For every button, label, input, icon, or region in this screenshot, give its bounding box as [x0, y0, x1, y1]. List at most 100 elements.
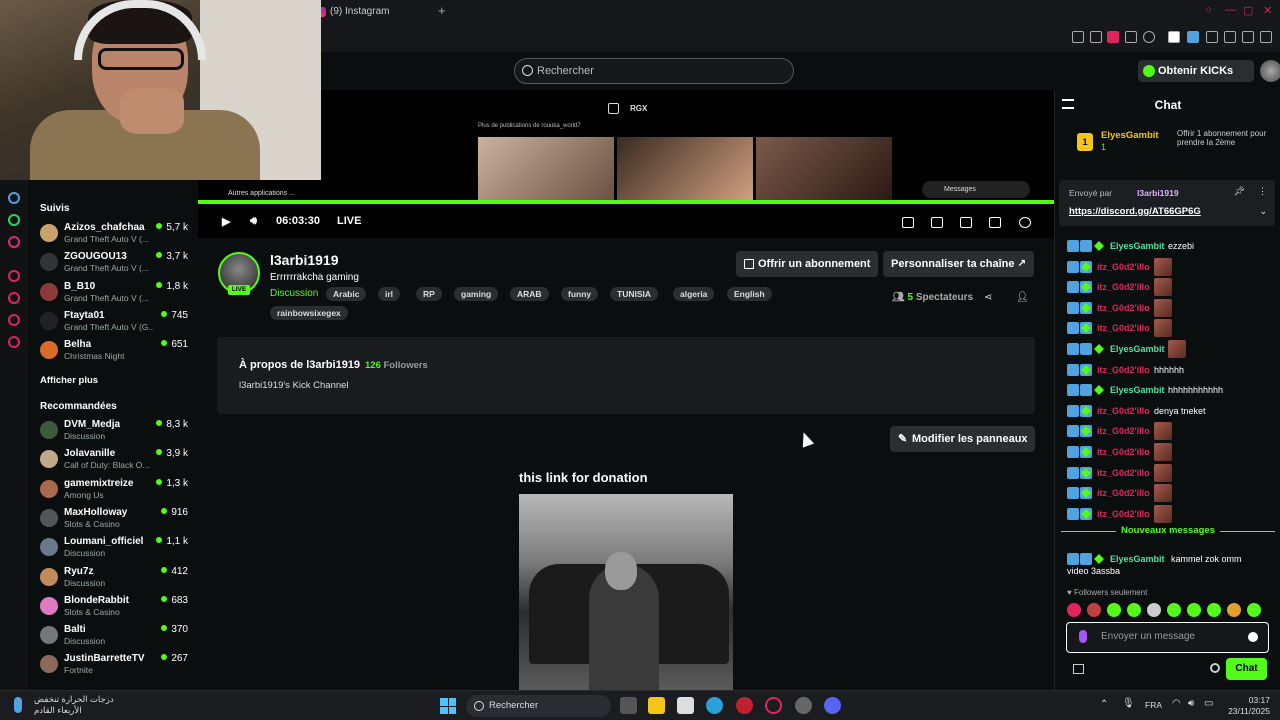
- emote-icon[interactable]: [1227, 603, 1241, 617]
- emoji-icon[interactable]: [1248, 632, 1258, 642]
- tag-chip[interactable]: RP: [416, 287, 442, 301]
- file-explorer-icon[interactable]: [648, 697, 665, 714]
- microphone-icon[interactable]: [1079, 630, 1087, 643]
- avatar[interactable]: [1260, 60, 1280, 82]
- fullscreen-icon[interactable]: [989, 217, 1001, 228]
- tag-chip[interactable]: ARAB: [510, 287, 549, 301]
- chat-input[interactable]: Envoyer un message: [1066, 622, 1269, 653]
- emote-icon[interactable]: [1247, 603, 1261, 617]
- weather-icon[interactable]: [14, 697, 22, 713]
- store-icon[interactable]: [677, 697, 694, 714]
- panel-image[interactable]: [519, 494, 733, 690]
- chat-username[interactable]: itz_G0d2'illo: [1097, 509, 1150, 519]
- sidebar-channel-item[interactable]: BlondeRabbit Slots & Casino 683: [40, 595, 190, 623]
- pinned-link[interactable]: https://discord.gg/AT66GP6G: [1069, 206, 1201, 217]
- emote-icon[interactable]: [1127, 603, 1141, 617]
- extension-icon[interactable]: [1168, 31, 1180, 43]
- show-more-link[interactable]: Afficher plus: [40, 375, 98, 386]
- tag-chip[interactable]: English: [727, 287, 772, 301]
- gift-icon[interactable]: [1073, 664, 1084, 674]
- maximize-icon[interactable]: ▢: [1243, 4, 1253, 17]
- gift-leaderboard[interactable]: 1 ElyesGambit 1 Offrir 1 abonnement pour…: [1075, 128, 1275, 168]
- new-tab-button[interactable]: +: [438, 3, 446, 18]
- volume-icon[interactable]: 🔊︎: [1188, 698, 1194, 709]
- chevron-down-icon[interactable]: ⌄: [1259, 206, 1267, 217]
- emote-icon[interactable]: [1147, 603, 1161, 617]
- pin-icon[interactable]: 📌︎: [1234, 186, 1245, 197]
- gear-icon[interactable]: [1019, 217, 1031, 228]
- volume-icon[interactable]: 🔊︎: [250, 215, 257, 228]
- pip-icon[interactable]: [902, 217, 914, 228]
- emote-icon[interactable]: [1087, 603, 1101, 617]
- sidebar-channel-item[interactable]: Balti Discussion 370: [40, 624, 190, 652]
- play-icon[interactable]: [1125, 31, 1137, 43]
- sidebar-channel-item[interactable]: DVM_Medja Discussion 8,3 k: [40, 419, 190, 447]
- puzzle-icon[interactable]: [1206, 31, 1218, 43]
- tag-chip[interactable]: irl: [378, 287, 401, 301]
- subscribe-button[interactable]: Offrir un abonnement: [736, 251, 878, 277]
- tag-chip[interactable]: rainbowsixegex: [270, 306, 348, 320]
- chat-username[interactable]: ElyesGambit: [1110, 385, 1165, 395]
- sidebar-channel-item[interactable]: B_B10 Grand Theft Auto V (... 1,8 k: [40, 281, 190, 309]
- tag-chip[interactable]: Arabic: [326, 287, 367, 301]
- shield-icon[interactable]: [8, 314, 20, 326]
- category-link[interactable]: Discussion: [270, 288, 318, 299]
- tag-chip[interactable]: TUNISIA: [610, 287, 658, 301]
- chat-username[interactable]: itz_G0d2'illo: [1097, 282, 1150, 292]
- tab-instagram[interactable]: (9) Instagram: [316, 3, 431, 21]
- gear-icon[interactable]: [1210, 663, 1220, 673]
- chat-username[interactable]: itz_G0d2'illo: [1097, 406, 1150, 416]
- sidebar-channel-item[interactable]: MaxHolloway Slots & Casino 916: [40, 507, 190, 535]
- channel-name[interactable]: l3arbi1919: [270, 252, 339, 268]
- snapshot-icon[interactable]: [1090, 31, 1102, 43]
- emote-icon[interactable]: [1167, 603, 1181, 617]
- chat-username[interactable]: itz_G0d2'illo: [1097, 323, 1150, 333]
- tag-chip[interactable]: algeria: [673, 287, 715, 301]
- heart-icon[interactable]: [1143, 31, 1155, 43]
- chat-username[interactable]: itz_G0d2'illo: [1097, 365, 1150, 375]
- tag-chip[interactable]: gaming: [454, 287, 499, 301]
- extension-icon[interactable]: [1187, 31, 1199, 43]
- send-chat-button[interactable]: Chat: [1226, 658, 1267, 680]
- emote-icon[interactable]: [1107, 603, 1121, 617]
- whatsapp-icon[interactable]: [8, 214, 20, 226]
- emote-icon[interactable]: [1187, 603, 1201, 617]
- video-player[interactable]: RGX Plus de publications de rouuka_world…: [198, 90, 1054, 238]
- chat-username[interactable]: ElyesGambit: [1110, 554, 1165, 564]
- chat-username[interactable]: ElyesGambit: [1110, 344, 1165, 354]
- input-language[interactable]: FRA: [1145, 700, 1162, 710]
- collapse-chat-icon[interactable]: [1062, 99, 1074, 109]
- wifi-icon[interactable]: ◠: [1172, 698, 1181, 709]
- more-icon[interactable]: ⋮: [1258, 186, 1267, 197]
- emote-icon[interactable]: [1067, 603, 1081, 617]
- play-button[interactable]: ▶: [222, 215, 230, 228]
- chat-username[interactable]: itz_G0d2'illo: [1097, 262, 1150, 272]
- tag-chip[interactable]: funny: [561, 287, 599, 301]
- opera-icon[interactable]: [765, 697, 782, 714]
- shield-icon[interactable]: [1107, 31, 1119, 43]
- system-clock[interactable]: 03:17 23/11/2025: [1220, 695, 1270, 717]
- chat-username[interactable]: itz_G0d2'illo: [1097, 468, 1150, 478]
- start-button[interactable]: [440, 698, 456, 714]
- sidebar-channel-item[interactable]: ZGOUGOU13 Grand Theft Auto V (... 3,7 k: [40, 251, 190, 279]
- wallet-icon[interactable]: [1224, 31, 1236, 43]
- theater-icon[interactable]: [960, 217, 972, 228]
- task-view-icon[interactable]: [620, 697, 637, 714]
- messenger-icon[interactable]: [8, 192, 20, 204]
- get-kicks-button[interactable]: Obtenir KICKs: [1138, 60, 1254, 82]
- sidebar-channel-item[interactable]: Jolavanille Call of Duty: Black O... 3,9 k: [40, 448, 190, 476]
- sidebar-channel-item[interactable]: JustinBarretteTV Fortnite 267: [40, 653, 190, 681]
- settings-icon[interactable]: [8, 336, 20, 348]
- sidebar-channel-item[interactable]: Ryu7z Discussion 412: [40, 566, 190, 594]
- battery-icon[interactable]: ▭: [1204, 698, 1213, 709]
- clip-icon[interactable]: [931, 217, 943, 228]
- emote-icon[interactable]: [1207, 603, 1221, 617]
- follow-user-icon[interactable]: 👤︎: [1016, 292, 1029, 303]
- sidebar-channel-item[interactable]: gamemixtreize Among Us 1,3 k: [40, 478, 190, 506]
- chat-username[interactable]: itz_G0d2'illo: [1097, 303, 1150, 313]
- discord-icon[interactable]: [824, 697, 841, 714]
- steam-icon[interactable]: [795, 697, 812, 714]
- minimize-icon[interactable]: —: [1225, 4, 1236, 16]
- download-icon[interactable]: [1242, 31, 1254, 43]
- edge-icon[interactable]: [706, 697, 723, 714]
